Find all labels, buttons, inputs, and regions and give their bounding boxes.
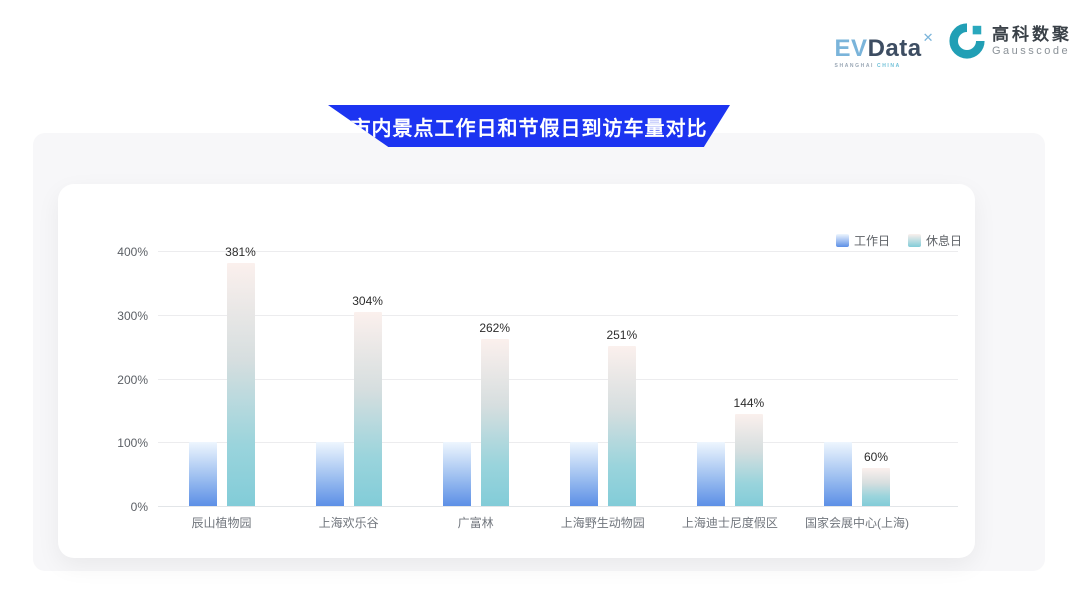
bar-工作日: [189, 442, 217, 506]
bar-休息日: [354, 312, 382, 506]
chart-plot: 0%100%200%300%400%381%辰山植物园304%上海欢乐谷262%…: [158, 252, 958, 507]
bar-工作日: [697, 442, 725, 506]
y-axis-tick-label: 100%: [88, 436, 148, 450]
legend-label: 休息日: [926, 232, 962, 249]
gausscode-text: 高科数聚 Gausscode: [992, 25, 1072, 58]
evdata-ev-text: EV: [835, 35, 868, 62]
bar-工作日: [316, 442, 344, 506]
legend-item-工作日[interactable]: 工作日: [836, 232, 890, 249]
y-axis-tick-label: 400%: [88, 245, 148, 259]
legend-label: 工作日: [854, 232, 890, 249]
bar-value-label: 251%: [587, 328, 657, 342]
bar-group: 262%: [443, 251, 509, 506]
evdata-tagline: SHANGHAI CHINA: [835, 63, 901, 69]
legend-item-休息日[interactable]: 休息日: [908, 232, 962, 249]
gridline: [158, 506, 958, 507]
evdata-tagline-right: CHINA: [877, 63, 901, 69]
gausscode-name-cn: 高科数聚: [992, 25, 1072, 45]
title-banner: 市内景点工作日和节假日到访车量对比: [328, 105, 730, 147]
bar-group: 144%: [697, 251, 763, 506]
legend-swatch-icon: [908, 234, 921, 247]
bar-value-label: 262%: [460, 321, 530, 335]
bar-休息日: [862, 468, 890, 506]
chart-card: 工作日休息日 0%100%200%300%400%381%辰山植物园304%上海…: [58, 184, 975, 558]
bar-value-label: 381%: [206, 245, 276, 259]
gausscode-name-en: Gausscode: [992, 45, 1072, 58]
bar-工作日: [570, 442, 598, 506]
bar-value-label: 304%: [333, 294, 403, 308]
evdata-data-text: Data: [868, 35, 922, 62]
y-axis-tick-label: 0%: [88, 500, 148, 514]
x-axis-category-label: 国家会展中心(上海): [787, 514, 927, 531]
evdata-tagline-left: SHANGHAI: [835, 63, 874, 69]
bar-休息日: [735, 414, 763, 506]
y-axis-tick-label: 300%: [88, 309, 148, 323]
evdata-wordmark: EVData✕: [835, 26, 934, 61]
evdata-logo: EVData✕ SHANGHAI CHINA: [835, 26, 934, 69]
bar-休息日: [608, 346, 636, 506]
bar-工作日: [443, 442, 471, 506]
bar-group: 381%: [189, 251, 255, 506]
x-axis-category-label: 广富林: [406, 514, 546, 531]
bar-休息日: [227, 263, 255, 506]
bar-group: 304%: [316, 251, 382, 506]
bar-value-label: 60%: [841, 450, 911, 464]
x-axis-category-label: 辰山植物园: [152, 514, 292, 531]
bar-value-label: 144%: [714, 396, 784, 410]
chart-legend: 工作日 休息日: [836, 232, 962, 249]
y-axis-tick-label: 200%: [88, 373, 148, 387]
gausscode-logo: 高科数聚 Gausscode: [948, 22, 1072, 60]
page-title: 市内景点工作日和节假日到访车量对比: [351, 112, 708, 141]
x-axis-category-label: 上海野生动物园: [533, 514, 673, 531]
bar-group: 251%: [570, 251, 636, 506]
gausscode-g-icon: [948, 22, 986, 60]
x-axis-category-label: 上海欢乐谷: [279, 514, 419, 531]
evdata-x-icon: ✕: [923, 30, 934, 45]
x-axis-category-label: 上海迪士尼度假区: [660, 514, 800, 531]
content-panel: 工作日休息日 0%100%200%300%400%381%辰山植物园304%上海…: [33, 133, 1045, 571]
legend-swatch-icon: [836, 234, 849, 247]
bar-group: 60%: [824, 251, 890, 506]
header-logos: EVData✕ SHANGHAI CHINA 高科数聚 Gausscode: [835, 22, 1072, 69]
bar-休息日: [481, 339, 509, 506]
